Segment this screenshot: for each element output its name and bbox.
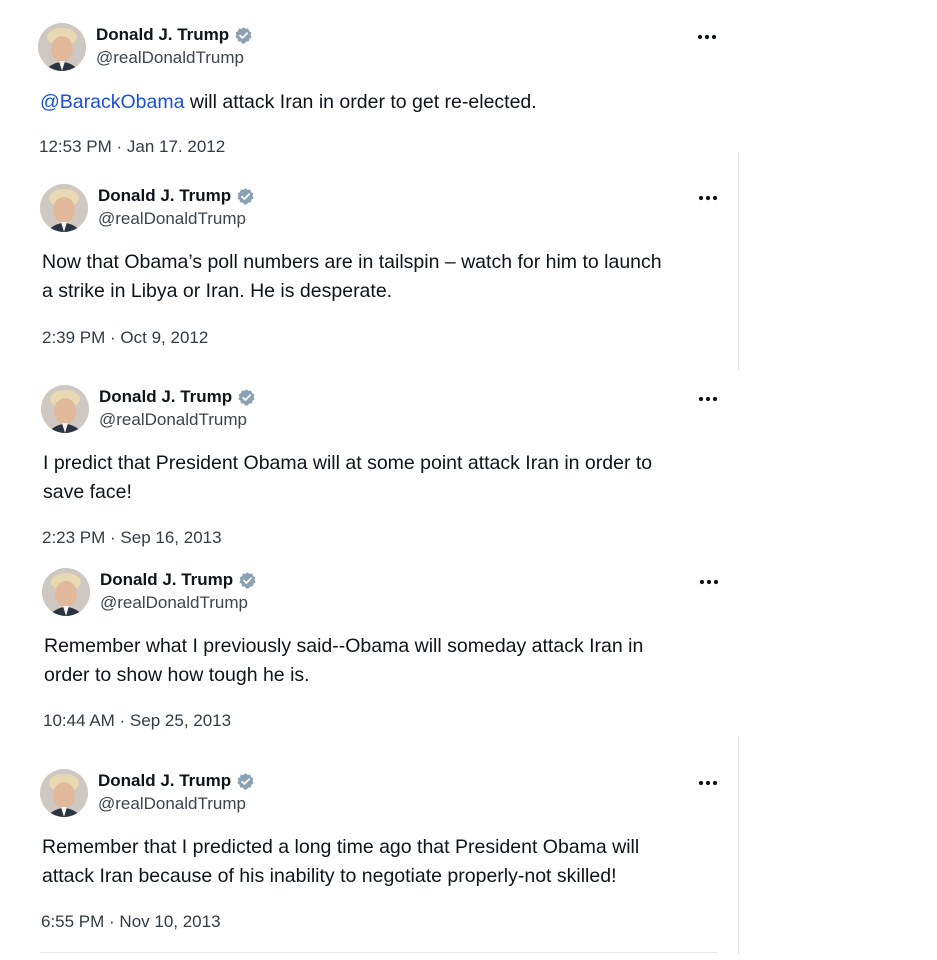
verified-badge-icon <box>237 187 254 205</box>
display-name[interactable]: Donald J. Trump <box>96 25 253 45</box>
verified-badge-icon <box>237 772 254 790</box>
more-options-icon[interactable] <box>696 31 718 43</box>
tweet-text-line: I predict that President Obama will at s… <box>43 452 653 474</box>
more-options-icon[interactable] <box>698 576 720 588</box>
avatar[interactable] <box>38 23 86 71</box>
tweet-text-line: will attack Iran in order to get re-elec… <box>184 91 537 113</box>
display-name[interactable]: Donald J. Trump <box>98 771 255 791</box>
verified-badge-icon <box>238 388 255 406</box>
tweet-text-line: save face! <box>43 481 132 503</box>
display-name[interactable]: Donald J. Trump <box>100 570 257 590</box>
profile-photo-icon <box>40 184 88 232</box>
tweet-timestamp[interactable]: 2:39 PM · Oct 9, 2012 <box>42 328 208 348</box>
tweet-text-line: Now that Obama’s poll numbers are in tai… <box>42 251 662 273</box>
verified-badge-icon <box>235 26 252 44</box>
more-options-icon[interactable] <box>697 777 719 789</box>
divider-horizontal <box>40 952 718 953</box>
tweet-card[interactable]: Donald J. Trump @realDonaldTrump Remembe… <box>42 568 732 738</box>
author-handle[interactable]: @realDonaldTrump <box>100 593 248 613</box>
tweet-text: Remember what I previously said--Obama w… <box>44 632 643 690</box>
divider-vertical <box>738 152 739 370</box>
more-options-icon[interactable] <box>697 192 719 204</box>
tweet-timestamp[interactable]: 2:23 PM · Sep 16, 2013 <box>42 528 222 548</box>
author-handle[interactable]: @realDonaldTrump <box>96 48 244 68</box>
tweet-text: I predict that President Obama will at s… <box>43 449 652 507</box>
tweet-card[interactable]: Donald J. Trump @realDonaldTrump I predi… <box>41 385 731 555</box>
author-handle[interactable]: @realDonaldTrump <box>98 209 246 229</box>
more-options-icon[interactable] <box>697 393 719 405</box>
profile-photo-icon <box>38 23 86 71</box>
tweet-timestamp[interactable]: 10:44 AM · Sep 25, 2013 <box>43 711 231 731</box>
mention-link[interactable]: @BarackObama <box>40 91 184 113</box>
author-handle[interactable]: @realDonaldTrump <box>99 410 247 430</box>
tweet-text-line: a strike in Libya or Iran. He is despera… <box>42 280 393 302</box>
tweet-card[interactable]: Donald J. Trump @realDonaldTrump @Barack… <box>38 23 728 193</box>
avatar[interactable] <box>42 568 90 616</box>
tweet-text: Remember that I predicted a long time ag… <box>42 833 639 891</box>
display-name[interactable]: Donald J. Trump <box>98 186 255 206</box>
author-name[interactable]: Donald J. Trump <box>96 25 229 45</box>
profile-photo-icon <box>40 769 88 817</box>
author-handle[interactable]: @realDonaldTrump <box>98 794 246 814</box>
profile-photo-icon <box>42 568 90 616</box>
avatar[interactable] <box>41 385 89 433</box>
author-name[interactable]: Donald J. Trump <box>98 186 231 206</box>
tweet-card[interactable]: Donald J. Trump @realDonaldTrump Remembe… <box>40 769 730 939</box>
profile-photo-icon <box>41 385 89 433</box>
author-name[interactable]: Donald J. Trump <box>98 771 231 791</box>
avatar[interactable] <box>40 769 88 817</box>
avatar[interactable] <box>40 184 88 232</box>
tweet-text-line: Remember that I predicted a long time ag… <box>42 836 640 858</box>
display-name[interactable]: Donald J. Trump <box>99 387 256 407</box>
tweet-text: @BarackObama will attack Iran in order t… <box>40 88 537 117</box>
tweet-text: Now that Obama’s poll numbers are in tai… <box>42 248 662 306</box>
tweet-timestamp[interactable]: 12:53 PM · Jan 17. 2012 <box>39 137 225 157</box>
tweet-text-line: Remember what I previously said--Obama w… <box>44 635 644 657</box>
divider-vertical <box>738 736 739 954</box>
tweet-text-line: order to show how tough he is. <box>44 664 310 686</box>
tweet-timestamp[interactable]: 6:55 PM · Nov 10, 2013 <box>41 912 221 932</box>
author-name[interactable]: Donald J. Trump <box>99 387 232 407</box>
tweet-text-line: attack Iran because of his inability to … <box>42 865 617 887</box>
verified-badge-icon <box>239 571 256 589</box>
tweet-card[interactable]: Donald J. Trump @realDonaldTrump Now tha… <box>40 184 730 354</box>
author-name[interactable]: Donald J. Trump <box>100 570 233 590</box>
